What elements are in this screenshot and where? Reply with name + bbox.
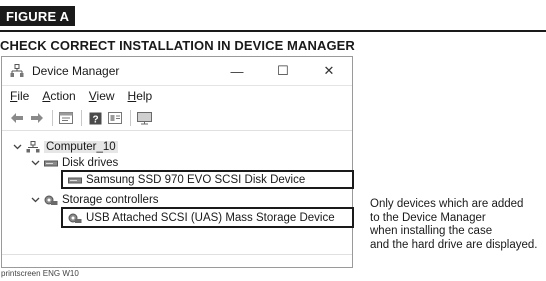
tree-node-disk-device[interactable]: Samsung SSD 970 EVO SCSI Disk Device — [68, 172, 305, 188]
menu-action[interactable]: Action — [42, 89, 75, 103]
toolbar-separator — [81, 110, 82, 126]
tree-label-disk-drives: Disk drives — [62, 157, 119, 169]
title-bar: Device Manager — ☐ ✕ — [2, 57, 352, 86]
note-line: when installing the case — [370, 225, 493, 237]
monitor-icon[interactable] — [135, 109, 153, 127]
computer-icon — [26, 141, 40, 153]
annotation-note: Only devices which are added to the Devi… — [370, 198, 546, 252]
disk-drive-icon — [68, 174, 82, 186]
tree-node-computer[interactable]: Computer_10 — [12, 139, 118, 155]
svg-text:?: ? — [92, 114, 98, 125]
figure-rule — [0, 30, 546, 32]
note-line: and the hard drive are displayed. — [370, 238, 538, 251]
image-credit: printscreen ENG W10 — [1, 269, 79, 278]
note-line: to the Device Manager — [370, 211, 486, 224]
maximize-button[interactable]: ☐ — [260, 57, 306, 85]
tree-node-storage-device[interactable]: USB Attached SCSI (UAS) Mass Storage Dev… — [68, 210, 335, 226]
figure-label: FIGURE A — [0, 6, 76, 26]
tree-label-storage-controllers: Storage controllers — [62, 194, 159, 206]
back-arrow-icon[interactable] — [8, 109, 26, 127]
menu-bar: File Action View Help — [2, 86, 352, 106]
status-bar — [2, 254, 352, 267]
menu-view[interactable]: View — [89, 89, 115, 103]
window-controls: — ☐ ✕ — [214, 57, 352, 85]
menu-file[interactable]: File — [10, 89, 29, 103]
update-driver-icon[interactable] — [106, 109, 124, 127]
toolbar-separator — [130, 110, 131, 126]
highlight-box-storage-device: USB Attached SCSI (UAS) Mass Storage Dev… — [61, 207, 354, 228]
storage-controller-icon — [68, 212, 82, 224]
toolbar: ? — [2, 106, 352, 131]
properties-icon[interactable] — [57, 109, 75, 127]
highlight-box-disk-device: Samsung SSD 970 EVO SCSI Disk Device — [61, 170, 354, 189]
close-button[interactable]: ✕ — [306, 57, 352, 85]
disk-drive-icon — [44, 157, 58, 169]
forward-arrow-icon[interactable] — [28, 109, 46, 127]
device-manager-window: Device Manager — ☐ ✕ File Action View He… — [1, 56, 354, 268]
figure-heading: CHECK CORRECT INSTALLATION IN DEVICE MAN… — [0, 38, 355, 53]
device-manager-icon — [10, 64, 24, 78]
tree-node-disk-drives[interactable]: Disk drives — [30, 155, 118, 171]
menu-help[interactable]: Help — [128, 89, 153, 103]
tree-label-computer: Computer_10 — [44, 141, 118, 153]
note-line: Only devices which are added — [370, 198, 524, 210]
help-icon[interactable]: ? — [86, 109, 104, 127]
tree-label-disk-device: Samsung SSD 970 EVO SCSI Disk Device — [86, 173, 306, 186]
chevron-down-icon[interactable] — [30, 160, 40, 166]
storage-controller-icon — [44, 194, 58, 206]
device-tree: Computer_10 Disk drives Samsung SSD 970 … — [2, 131, 354, 267]
chevron-down-icon[interactable] — [12, 144, 22, 150]
toolbar-separator — [52, 110, 53, 126]
minimize-button[interactable]: — — [214, 57, 260, 85]
window-title: Device Manager — [32, 64, 120, 78]
tree-node-storage-controllers[interactable]: Storage controllers — [30, 192, 159, 208]
tree-label-storage-device: USB Attached SCSI (UAS) Mass Storage Dev… — [86, 211, 335, 224]
chevron-down-icon[interactable] — [30, 197, 40, 203]
